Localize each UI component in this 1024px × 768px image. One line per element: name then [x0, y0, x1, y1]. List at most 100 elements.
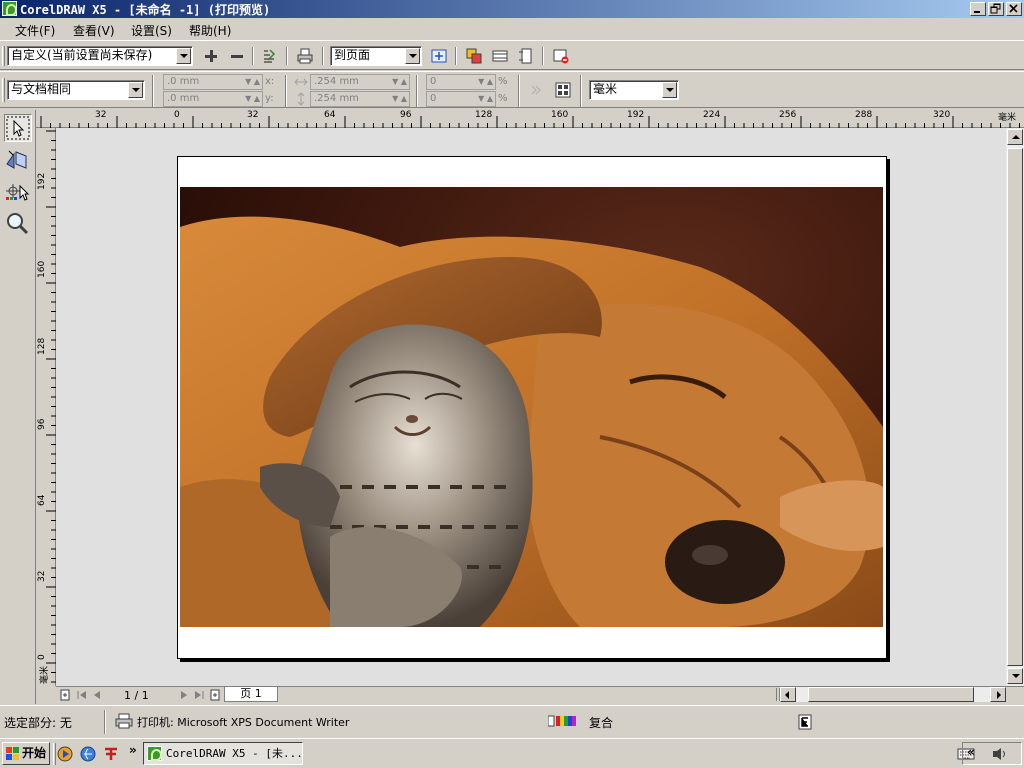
- tray-expand-button[interactable]: «: [967, 745, 975, 759]
- speaker-icon[interactable]: [991, 746, 1009, 762]
- add-page-after-icon[interactable]: [209, 689, 221, 701]
- spin-arrows-icon: ▼ ▲: [392, 77, 407, 86]
- add-preset-button[interactable]: [200, 45, 222, 67]
- task-label: CorelDRAW X5 - [未...: [166, 747, 303, 760]
- position-value: 与文档相同: [11, 82, 72, 96]
- lock-ratio-icon[interactable]: [530, 84, 542, 96]
- system-tray: «: [962, 742, 1022, 765]
- spin-arrows-icon: ▼ ▲: [478, 94, 493, 103]
- menu-settings[interactable]: 设置(S): [131, 22, 172, 39]
- print-preset-combo[interactable]: 自定义(当前设置尚未保存): [7, 46, 193, 66]
- h-scroll-thumb[interactable]: [808, 687, 974, 702]
- chevron-down-icon: [1012, 674, 1020, 678]
- width-field[interactable]: .254 mm ▼ ▲: [310, 74, 410, 90]
- scale-x-field[interactable]: 0 ▼ ▲: [426, 74, 496, 90]
- position-combo[interactable]: 与文档相同: [7, 80, 145, 100]
- document-info-icon[interactable]: [798, 714, 812, 730]
- vertical-ruler[interactable]: 192 160 128 96 64 32 0 毫米: [36, 128, 56, 686]
- quicklaunch-more[interactable]: »: [129, 743, 137, 757]
- remove-icon: [231, 55, 243, 58]
- full-screen-button[interactable]: [428, 45, 450, 67]
- print-options-button[interactable]: [258, 45, 280, 67]
- chevron-right-icon: [997, 691, 1001, 699]
- status-bar: 选定部分: 无 打印机: Microsoft XPS Document Writ…: [0, 705, 1024, 738]
- restore-icon: [990, 3, 1001, 14]
- chevron-up-icon: [1012, 135, 1020, 139]
- page-preview-icon: [466, 48, 482, 64]
- add-page-before-icon[interactable]: [59, 689, 71, 701]
- scale-y-field[interactable]: 0 ▼ ▲: [426, 91, 496, 107]
- next-page-icon[interactable]: [179, 690, 189, 700]
- zoom-icon: [7, 213, 29, 235]
- ruler-v-tick: 0: [37, 654, 47, 660]
- print-button[interactable]: [294, 45, 316, 67]
- y-position-field[interactable]: .0 mm ▼ ▲: [163, 91, 263, 107]
- media-player-icon[interactable]: [57, 746, 73, 762]
- zoom-combo[interactable]: 到页面: [330, 46, 422, 66]
- x-position-field[interactable]: .0 mm ▼ ▲: [163, 74, 263, 90]
- page-counter: 1 / 1: [124, 689, 149, 702]
- marks-button[interactable]: [515, 45, 537, 67]
- app-launcher-icon[interactable]: [103, 746, 119, 762]
- vertical-scrollbar[interactable]: [1006, 128, 1024, 686]
- document-photo[interactable]: [180, 187, 883, 627]
- taskbar-item-coreldraw[interactable]: CorelDRAW X5 - [未...: [143, 742, 303, 765]
- start-button[interactable]: 开始: [2, 742, 50, 765]
- print-preview-toolbar: 自定义(当前设置尚未保存) 到页面: [0, 42, 1024, 70]
- menu-help[interactable]: 帮助(H): [189, 22, 231, 39]
- x-label: x:: [265, 76, 275, 87]
- chevron-down-icon[interactable]: [405, 48, 420, 64]
- imposition-layout-tool[interactable]: [4, 146, 32, 174]
- width-arrow-icon: [294, 78, 308, 86]
- internet-explorer-icon[interactable]: [80, 746, 96, 762]
- first-page-icon[interactable]: [76, 690, 88, 700]
- ruler-h-tick: 96: [400, 110, 412, 120]
- coreldraw-icon: [147, 746, 162, 761]
- page-tab[interactable]: 页 1: [224, 687, 278, 702]
- percent-label-x: %: [498, 76, 508, 87]
- start-label: 开始: [22, 746, 47, 760]
- scroll-right-button[interactable]: [990, 687, 1006, 702]
- zoom-tool[interactable]: [4, 210, 32, 238]
- ruler-v-tick: 32: [37, 570, 47, 582]
- landscape-icon: [492, 50, 508, 62]
- remove-preset-button[interactable]: [226, 45, 248, 67]
- horizontal-ruler[interactable]: 32 0 32 64 96 128 160 192 224 256 288 32…: [36, 110, 1024, 128]
- previous-page-icon[interactable]: [92, 690, 102, 700]
- ruler-h-tick: 32: [95, 110, 107, 120]
- ruler-v-tick: 128: [37, 337, 47, 355]
- chevron-down-icon[interactable]: [176, 48, 191, 64]
- selection-status: 选定部分: 无: [4, 716, 72, 730]
- printer-status: 打印机: Microsoft XPS Document Writer: [137, 716, 350, 729]
- pick-tool[interactable]: [4, 114, 32, 142]
- close-button[interactable]: [1006, 2, 1022, 16]
- height-field[interactable]: .254 mm ▼ ▲: [310, 91, 410, 107]
- last-page-icon[interactable]: [193, 690, 205, 700]
- minimize-button[interactable]: [970, 2, 986, 16]
- app-window: CorelDRAW X5 - [未命名 -1] (打印预览) 文件(F) 查看(…: [0, 0, 1024, 768]
- restore-button[interactable]: [988, 2, 1004, 16]
- ruler-h-tick: 288: [855, 110, 873, 120]
- chevron-down-icon[interactable]: [662, 82, 677, 98]
- marks-placement-tool[interactable]: [4, 178, 32, 206]
- chevron-down-icon[interactable]: [128, 82, 143, 98]
- scroll-thumb[interactable]: [1007, 148, 1023, 666]
- ruler-h-tick: 320: [933, 110, 951, 120]
- width-value: .254 mm: [314, 76, 359, 87]
- scroll-up-button[interactable]: [1007, 129, 1023, 145]
- color-preview-button[interactable]: [463, 45, 485, 67]
- menu-view[interactable]: 查看(V): [73, 22, 115, 39]
- close-preview-button[interactable]: [550, 45, 572, 67]
- imposition-icon: [6, 150, 27, 169]
- tile-button[interactable]: [552, 79, 574, 101]
- units-combo[interactable]: 毫米: [589, 80, 679, 100]
- height-arrow-icon: [297, 92, 305, 106]
- coreldraw-icon[interactable]: [2, 1, 17, 16]
- spin-arrows-icon: ▼ ▲: [392, 94, 407, 103]
- chevron-left-icon: [785, 691, 789, 699]
- menu-file[interactable]: 文件(F): [15, 22, 55, 39]
- imposition-button[interactable]: [489, 45, 511, 67]
- tile-icon: [555, 82, 571, 98]
- scroll-down-button[interactable]: [1007, 668, 1023, 684]
- scroll-left-button[interactable]: [780, 687, 796, 702]
